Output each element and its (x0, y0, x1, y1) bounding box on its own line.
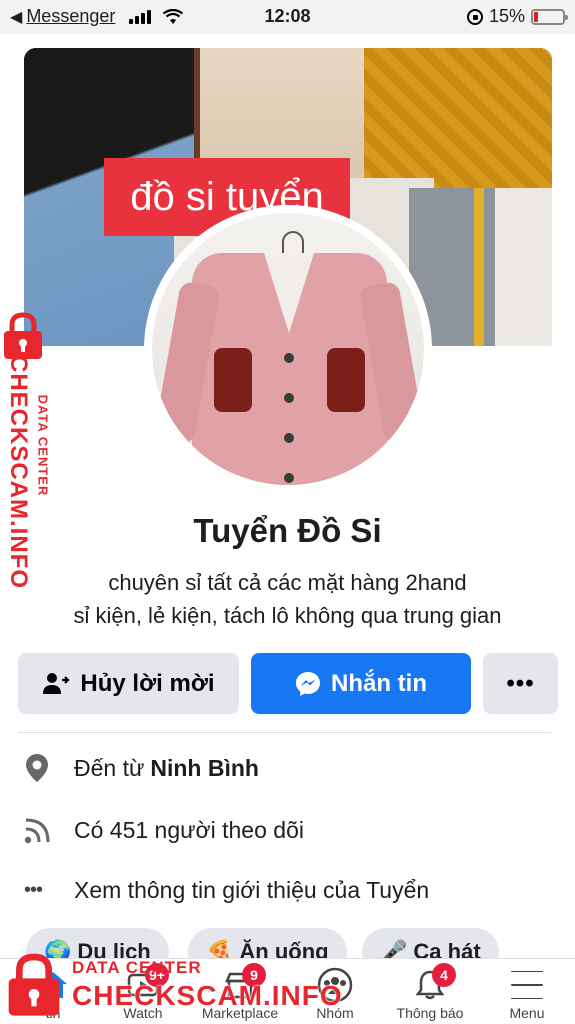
cover-sweater-stripe (474, 188, 484, 346)
pink-cardigan (192, 253, 387, 485)
nav-badge: 4 (432, 963, 456, 987)
info-location: Đến từ Ninh Bình (24, 748, 551, 788)
watermark-text: DATA CENTER (35, 394, 51, 497)
nav-menu[interactable]: Menu (492, 959, 562, 1024)
divider (18, 732, 551, 733)
message-button[interactable]: Nhắn tin (251, 653, 471, 714)
nav-marketplace[interactable]: 9 Marketplace (190, 959, 290, 1024)
profile-bio: chuyên sỉ tất cả các mặt hàng 2hand sỉ k… (0, 566, 575, 632)
menu-icon (507, 965, 547, 1005)
nav-groups[interactable]: Nhóm (300, 959, 370, 1024)
nav-home[interactable]: tin (18, 959, 88, 1024)
location-prefix: Đến từ (74, 754, 145, 781)
bottom-navigation: tin 9+ Watch 9 Marketplace Nhóm 4 Thông … (0, 958, 575, 1024)
followers-text: Có 451 người theo dõi (74, 816, 304, 843)
nav-label: Nhóm (316, 1005, 354, 1021)
more-dots-icon: ••• (24, 878, 43, 901)
groups-icon (315, 965, 355, 1005)
nav-label: Marketplace (201, 1005, 279, 1021)
bio-line: chuyên sỉ tất cả các mặt hàng 2hand (108, 570, 467, 595)
bell-icon: 4 (410, 963, 456, 1005)
location-value[interactable]: Ninh Bình (150, 755, 259, 782)
cancel-request-button[interactable]: Hủy lời mời (18, 653, 239, 714)
profile-name: Tuyển Đồ Si (193, 512, 382, 549)
battery-percent: 15% (488, 6, 525, 26)
watch-icon: 9+ (123, 963, 169, 1005)
marketplace-icon: 9 (220, 963, 266, 1005)
nav-badge: 9+ (145, 963, 169, 987)
profile-avatar[interactable] (144, 205, 432, 493)
person-arrow-icon (43, 672, 70, 694)
more-options-button[interactable]: ••• (483, 653, 558, 714)
nav-watch[interactable]: 9+ Watch (108, 959, 178, 1024)
message-label: Nhắn tin (331, 669, 427, 697)
nav-notifications[interactable]: 4 Thông báo (385, 959, 475, 1024)
nav-label: Menu (509, 1005, 545, 1021)
profile-actions: Hủy lời mời Nhắn tin ••• (18, 653, 558, 714)
location-pin-icon (24, 753, 74, 783)
nav-badge: 9 (242, 963, 266, 987)
about-text[interactable]: Xem thông tin giới thiệu của Tuyển (74, 877, 429, 904)
avatar-photo (152, 213, 424, 485)
status-bar: ◀ Messenger 12:08 15% (0, 0, 575, 34)
cancel-request-label: Hủy lời mời (80, 669, 215, 697)
hanger (282, 231, 304, 253)
nav-label: Thông báo (396, 1005, 464, 1021)
battery-icon (531, 8, 568, 25)
info-followers: Có 451 người theo dõi (24, 810, 551, 850)
watermark-text: CHECKSCAM.INFO (5, 355, 32, 589)
more-dots-icon: ••• (506, 669, 535, 697)
info-about[interactable]: ••• Xem thông tin giới thiệu của Tuyển (24, 870, 551, 910)
rss-icon (24, 816, 74, 844)
nav-label: tin (45, 1005, 61, 1021)
nav-label: Watch (123, 1005, 163, 1021)
orientation-lock-icon (466, 8, 483, 25)
home-icon (33, 965, 73, 1005)
bio-line: sỉ kiện, lẻ kiện, tách lô không qua trun… (73, 603, 502, 628)
messenger-icon (296, 671, 320, 696)
watermark-side: CHECKSCAM.INFO DATA CENTER (2, 308, 62, 589)
